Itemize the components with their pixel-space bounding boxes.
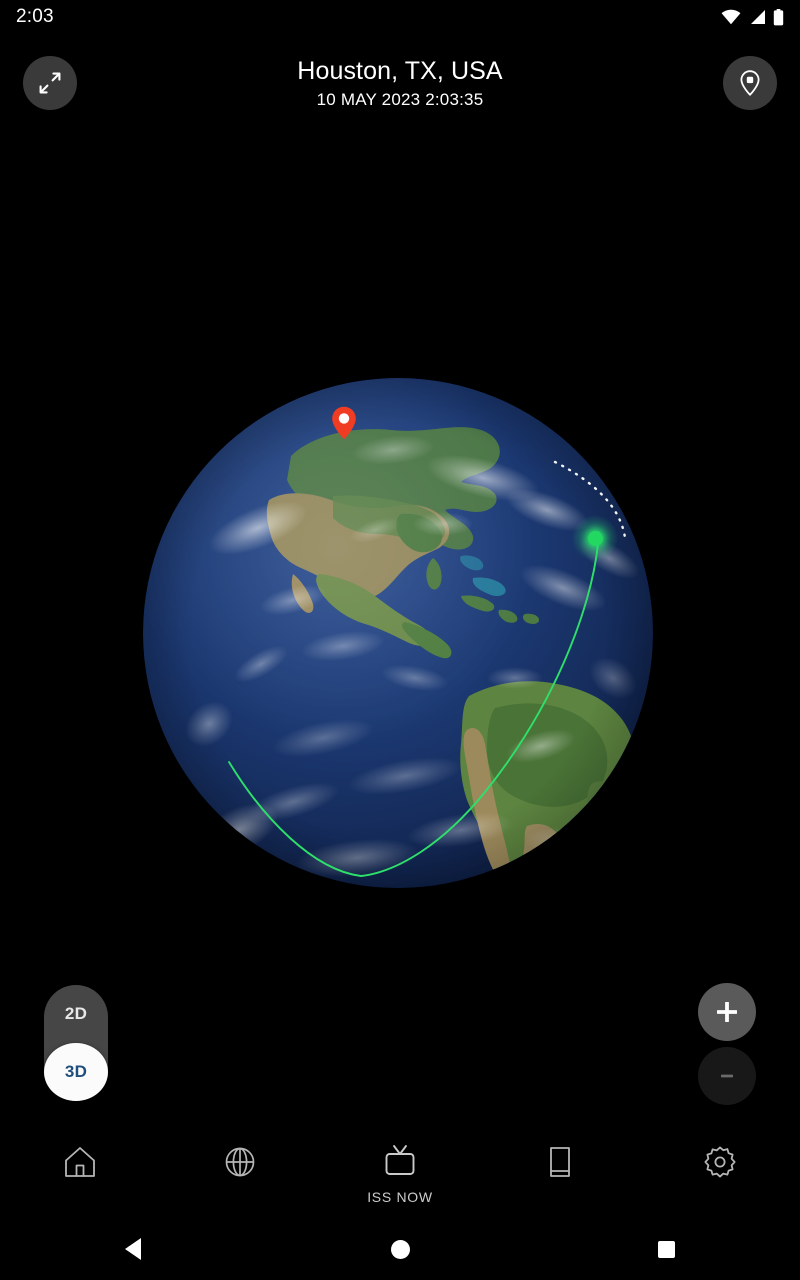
home-circle-icon [390, 1239, 410, 1259]
expand-arrows-icon [37, 70, 63, 96]
page-subtitle-timestamp: 10 MAY 2023 2:03:35 [316, 90, 484, 109]
globe-icon [220, 1142, 260, 1182]
app-header: Houston, TX, USA 10 MAY 2023 2:03:35 [0, 34, 800, 146]
status-bar: 2:03 [0, 0, 800, 34]
android-system-nav [0, 1218, 800, 1280]
globe-stage[interactable] [0, 146, 800, 976]
system-back-button[interactable] [0, 1218, 267, 1280]
earth-globe[interactable] [129, 364, 667, 902]
status-bar-clock: 2:03 [16, 6, 54, 27]
plus-icon [714, 999, 740, 1025]
nav-item-settings[interactable] [640, 1130, 800, 1218]
zoom-controls [698, 983, 756, 1105]
wifi-icon [721, 9, 741, 25]
recents-square-icon [658, 1240, 676, 1258]
cellular-signal-icon [748, 9, 766, 25]
zoom-in-button[interactable] [698, 983, 756, 1041]
toggle-option-2d[interactable]: 2D [44, 985, 108, 1043]
location-pin-icon [737, 69, 763, 97]
battery-icon [773, 8, 784, 26]
expand-fullscreen-button[interactable] [23, 56, 77, 110]
nav-item-globe[interactable] [160, 1130, 320, 1218]
toggle-option-3d[interactable]: 3D [44, 1043, 108, 1101]
page-title: Houston, TX, USA [297, 57, 503, 85]
header-text-block: Houston, TX, USA 10 MAY 2023 2:03:35 [0, 56, 800, 112]
nav-label-iss-now: ISS NOW [367, 1189, 433, 1205]
minus-icon [714, 1063, 740, 1089]
gear-icon [700, 1142, 740, 1182]
home-icon [60, 1142, 100, 1182]
nav-item-book[interactable] [480, 1130, 640, 1218]
back-triangle-icon [125, 1238, 142, 1260]
locate-button[interactable] [723, 56, 777, 110]
zoom-out-button[interactable] [698, 1047, 756, 1105]
earth-sphere[interactable] [143, 378, 653, 888]
2d-3d-toggle[interactable]: 2D 3D [44, 985, 108, 1101]
status-bar-icons [721, 8, 784, 26]
book-icon [540, 1142, 580, 1182]
tv-icon [380, 1142, 420, 1182]
nav-item-home[interactable] [0, 1130, 160, 1218]
bottom-navigation-bar: ISS NOW [0, 1130, 800, 1218]
nav-item-iss-now[interactable]: ISS NOW [320, 1130, 480, 1218]
system-home-button[interactable] [267, 1218, 534, 1280]
system-recents-button[interactable] [533, 1218, 800, 1280]
